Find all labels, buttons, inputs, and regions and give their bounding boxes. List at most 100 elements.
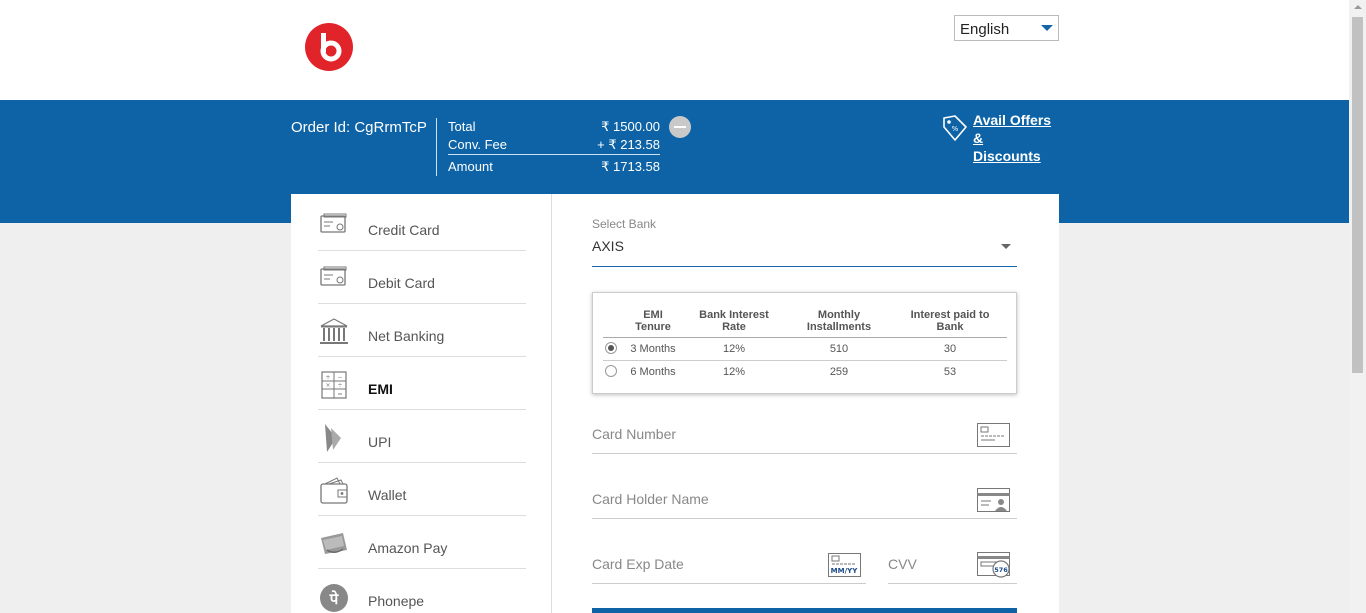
header-line: Bank [936,321,964,333]
bank-icon [320,318,348,344]
card-holder-placeholder: Card Holder Name [592,491,709,507]
sidebar-item-wallet[interactable]: Wallet [318,463,526,516]
summary-total-value: ₹ 1500.00 [601,119,660,134]
svg-text:=: = [337,391,342,398]
beats-logo [305,23,353,71]
svg-text:−: − [337,374,342,381]
wallet-icon [320,477,348,504]
emi-radio-6-months[interactable] [605,365,617,377]
svg-text:+: + [325,374,330,381]
credit-card-icon [320,213,347,233]
emi-plan-table: EMI Tenure Bank Interest Rate Monthly In… [592,292,1017,394]
offers-link-line2: Discounts [973,148,1041,164]
upi-icon [325,424,341,452]
sidebar-item-label: Phonepe [368,593,425,609]
exp-icon-text: MM/YY [831,567,859,575]
offers-link-line1: Avail Offers & [973,112,1052,146]
sidebar-item-net-banking[interactable]: Net Banking [318,304,526,357]
svg-text:×: × [325,382,330,389]
summary-amount-row: Amount ₹ 1713.58 [448,159,660,174]
header-monthly-installments: Monthly Installments [789,309,889,333]
sidebar-item-label: Debit Card [368,275,435,291]
summary-amount-label: Amount [448,159,493,174]
cell-tenure: 6 Months [630,366,676,378]
header-line: EMI [643,309,663,321]
sidebar-item-label: Wallet [368,487,407,503]
emi-radio-3-months[interactable] [605,342,617,354]
cell-tenure: 3 Months [630,343,676,355]
summary-amount-value: ₹ 1713.58 [601,159,660,174]
header-interest-paid: Interest paid to Bank [895,309,1005,333]
summary-line [448,154,660,155]
summary-total-label: Total [448,119,476,134]
cvv-card-icon: 576 [977,552,1010,578]
header-line: Tenure [635,321,671,333]
pay-button[interactable] [592,608,1017,613]
language-select[interactable]: English [954,15,1059,41]
calculator-icon: + − × ÷ = [321,371,347,399]
bank-select-value: AXIS [592,238,624,254]
sidebar-item-amazon-pay[interactable]: Amazon Pay [318,516,526,569]
select-bank-caption: Select Bank [592,217,657,231]
avail-offers-link[interactable]: Avail Offers & Discounts [973,111,1063,165]
svg-text:÷: ÷ [337,382,342,389]
cvv-placeholder: CVV [888,556,917,572]
summary-total-row: Total ₹ 1500.00 [448,119,660,134]
bank-select[interactable]: AXIS [592,238,1017,267]
card-number-placeholder: Card Number [592,426,677,442]
debit-card-icon [320,266,347,286]
header-emi-tenure: EMI Tenure [623,309,683,333]
payment-panel: Credit Card Debit Card Net Banking + − ×… [291,194,1059,613]
calendar-card-icon: MM/YY [828,553,861,577]
summary-fee-value: + ₹ 213.58 [597,137,660,152]
page-scrollbar[interactable] [1349,0,1366,613]
scrollbar-thumb[interactable] [1352,17,1363,373]
emi-content: Select Bank AXIS EMI Tenure Bank Interes… [592,194,1017,613]
id-card-icon [977,488,1010,512]
chevron-down-icon [1001,244,1011,249]
language-select-value: English [960,21,1010,38]
sidebar-item-credit-card[interactable]: Credit Card [318,198,526,251]
sidebar-item-upi[interactable]: UPI [318,410,526,463]
phonepe-icon: पे [320,584,348,612]
amazon-pay-icon [321,533,347,554]
sidebar-item-emi[interactable]: + − × ÷ = EMI [318,357,526,410]
order-id: Order Id: CgRrmTcP [291,119,427,136]
sidebar-item-label: UPI [368,434,392,450]
cell-interest: 53 [943,366,957,378]
collapse-summary-button[interactable] [669,116,691,138]
sidebar-item-label: EMI [368,381,393,397]
svg-text:%: % [952,125,959,133]
sidebar-item-label: Credit Card [368,222,440,238]
offer-tag-icon[interactable]: % [942,114,968,142]
cvv-icon-text: 576 [994,566,1008,574]
cell-rate: 12% [722,366,746,378]
table-row-divider [603,360,1007,361]
svg-text:पे: पे [329,590,340,608]
summary-divider [436,118,437,176]
top-header: English [0,0,1349,100]
payment-method-sidebar: Credit Card Debit Card Net Banking + − ×… [291,194,552,613]
summary-fee-label: Conv. Fee [448,137,508,152]
sidebar-item-debit-card[interactable]: Debit Card [318,251,526,304]
scroll-up-icon[interactable] [1354,5,1362,9]
card-number-field[interactable]: Card Number [592,420,1017,454]
cell-rate: 12% [722,343,746,355]
cell-installment: 259 [829,366,849,378]
cell-installment: 510 [829,343,849,355]
sidebar-item-label: Net Banking [368,328,445,344]
card-chip-icon [977,423,1010,447]
card-exp-date-field[interactable]: Card Exp Date MM/YY [592,550,866,584]
header-line: Interest paid to [910,309,990,321]
header-line: Bank Interest [699,309,769,321]
cell-interest: 30 [943,343,957,355]
chevron-down-icon [1041,25,1053,31]
card-exp-placeholder: Card Exp Date [592,556,684,572]
summary-fee-row: Conv. Fee + ₹ 213.58 [448,137,660,152]
header-line: Monthly [817,309,861,321]
table-header-divider [603,337,1007,338]
cvv-field[interactable]: CVV 576 [888,550,1017,584]
header-line: Installments [806,321,872,333]
sidebar-item-phonepe[interactable]: पे Phonepe [318,569,526,613]
card-holder-name-field[interactable]: Card Holder Name [592,485,1017,519]
